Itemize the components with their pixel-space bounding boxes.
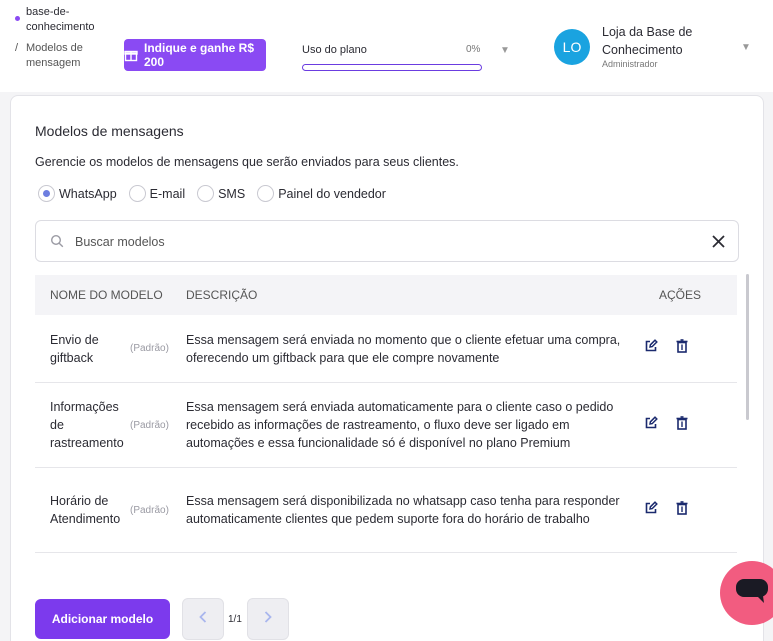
table-row: Envio de giftback (Padrão) Essa mensagem…	[35, 315, 737, 383]
search-icon	[50, 234, 64, 253]
breadcrumb-current: Modelos de mensagem	[26, 42, 83, 69]
radio-circle[interactable]	[128, 185, 146, 202]
template-description: Essa mensagem será enviada automaticamen…	[186, 400, 614, 450]
radio-seller-panel[interactable]: Painel do vendedor	[257, 185, 386, 202]
radio-label: Painel do vendedor	[278, 186, 386, 201]
template-description: Essa mensagem será enviada no momento qu…	[186, 332, 621, 365]
row-name-cell: Informações de rastreamento (Padrão)	[35, 398, 186, 452]
template-name: Informações de rastreamento	[50, 400, 124, 450]
trash-icon[interactable]	[676, 415, 688, 435]
page-title: Modelos de mensagens	[35, 123, 184, 139]
default-tag: (Padrão)	[130, 504, 169, 516]
radio-label: E-mail	[149, 186, 186, 201]
page-subtitle: Gerencie os modelos de mensagens que ser…	[35, 155, 459, 169]
search-box	[35, 220, 739, 262]
row-name-cell: Envio de giftback (Padrão)	[35, 331, 186, 367]
plan-usage-bar	[302, 64, 482, 71]
refer-button[interactable]: Indique e ganhe R$ 200	[124, 39, 266, 71]
avatar[interactable]: LO	[554, 29, 590, 65]
template-name: Horário de Atendimento	[50, 494, 121, 526]
search-input[interactable]	[75, 231, 675, 253]
page-indicator: 1/1	[228, 614, 242, 625]
column-header-name: NOME DO MODELO	[50, 288, 163, 302]
top-header: base-de-conhecimento / Modelos de mensag…	[0, 0, 773, 92]
template-name: Envio de giftback	[50, 332, 99, 365]
templates-table: NOME DO MODELO DESCRIÇÃO AÇÕES Envio de …	[35, 275, 737, 553]
close-icon[interactable]	[712, 235, 725, 253]
chevron-right-icon	[264, 610, 272, 628]
previous-page-button[interactable]	[182, 598, 224, 640]
column-header-actions: AÇÕES	[659, 288, 702, 302]
add-template-button[interactable]: Adicionar modelo	[35, 599, 170, 639]
radio-circle[interactable]	[197, 185, 215, 202]
row-actions	[624, 500, 737, 520]
chevron-left-icon	[199, 610, 207, 628]
refer-button-label: Indique e ganhe R$ 200	[144, 41, 255, 69]
chat-icon	[735, 578, 769, 609]
row-actions	[624, 415, 737, 435]
radio-label: WhatsApp	[59, 186, 117, 201]
templates-card: Modelos de mensagens Gerencie os modelos…	[10, 95, 764, 641]
default-tag: (Padrão)	[130, 419, 169, 431]
radio-label: SMS	[218, 186, 246, 201]
row-actions	[624, 339, 737, 358]
table-row: Informações de rastreamento (Padrão) Ess…	[35, 383, 737, 468]
table-header: NOME DO MODELO DESCRIÇÃO AÇÕES	[35, 275, 737, 315]
table-scrollbar[interactable]	[746, 274, 749, 420]
radio-sms[interactable]: SMS	[197, 185, 245, 202]
radio-circle[interactable]	[38, 185, 55, 202]
row-name-cell: Horário de Atendimento (Padrão)	[35, 492, 186, 528]
radio-circle[interactable]	[257, 185, 275, 202]
edit-icon[interactable]	[644, 415, 658, 435]
trash-icon[interactable]	[676, 339, 688, 358]
template-description: Essa mensagem será disponibilizada no wh…	[186, 494, 620, 526]
breadcrumb-separator: /	[15, 42, 19, 54]
default-tag: (Padrão)	[130, 343, 169, 354]
breadcrumb-parent[interactable]: base-de-conhecimento	[26, 5, 118, 35]
table-clip	[35, 564, 737, 574]
plan-dropdown-chevron-icon[interactable]: ▼	[500, 45, 510, 56]
radio-email[interactable]: E-mail	[128, 185, 186, 202]
trash-icon[interactable]	[676, 500, 688, 520]
gift-icon	[124, 48, 138, 62]
column-header-description: DESCRIÇÃO	[186, 288, 258, 302]
radio-whatsapp[interactable]: WhatsApp	[38, 185, 117, 202]
channel-radio-group: WhatsApp E-mail SMS Painel do vendedor	[38, 185, 398, 202]
breadcrumb-dot-icon	[15, 16, 20, 21]
table-row: Horário de Atendimento (Padrão) Essa men…	[35, 468, 737, 553]
edit-icon[interactable]	[644, 339, 658, 358]
user-menu-chevron-icon[interactable]: ▼	[741, 42, 751, 53]
plan-usage-percent: 0%	[466, 44, 481, 55]
user-role: Administrador	[602, 59, 658, 69]
next-page-button[interactable]	[247, 598, 289, 640]
plan-usage-label: Uso do plano	[302, 44, 367, 56]
store-name: Loja da Base de Conhecimento	[602, 25, 693, 57]
edit-icon[interactable]	[644, 500, 658, 520]
